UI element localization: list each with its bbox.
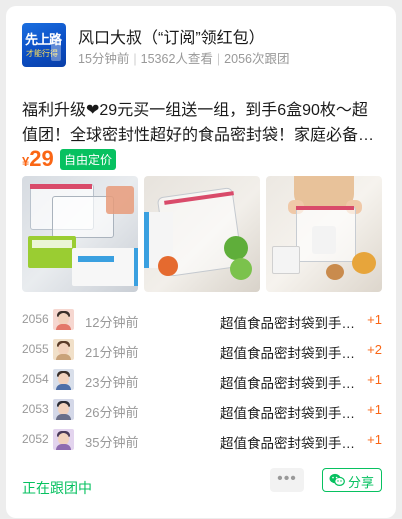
order-time: 12分钟前 — [85, 315, 139, 330]
product-photo-bag-fruit[interactable] — [144, 176, 260, 292]
wechat-icon — [329, 473, 345, 486]
account-avatar[interactable]: 先上路 才能行得 — [22, 23, 66, 67]
user-avatar — [53, 399, 74, 420]
posted-time: 15分钟前 — [78, 52, 130, 66]
order-seq: 2052 — [22, 432, 49, 446]
order-qty: +2 — [367, 342, 382, 357]
avatar-figure — [51, 35, 61, 61]
order-product: 超值食品密封袋到手6盒90枚 — [220, 316, 360, 331]
order-product: 超值食品密封袋到手6盒90枚 — [220, 436, 360, 451]
user-avatar — [53, 369, 74, 390]
user-avatar — [53, 309, 74, 330]
post-header: 先上路 才能行得 风口大叔（“订阅”领红包） 15分钟前 | 15362人查看 | 20… — [22, 23, 382, 67]
order-product: 超值食品密封袋到手6盒90枚 — [220, 346, 360, 361]
more-button[interactable]: ••• — [270, 468, 304, 492]
meta-divider: | — [216, 52, 221, 66]
order-time: 26分钟前 — [85, 405, 139, 420]
meta-divider: | — [133, 52, 137, 66]
view-count: 15362人查看 — [140, 52, 213, 66]
order-qty: +1 — [367, 372, 382, 387]
order-product: 超值食品密封袋到手6盒90枚 — [220, 406, 360, 421]
order-list: 2056 12分钟前 超值食品密封袋到手6盒90枚 +1 2055 21分钟前 … — [22, 305, 382, 455]
order-qty: +1 — [367, 402, 382, 417]
order-row[interactable]: 2053 26分钟前 超值食品密封袋到手6盒90枚 +1 — [22, 395, 382, 425]
order-qty: +1 — [367, 432, 382, 447]
order-row[interactable]: 2054 23分钟前 超值食品密封袋到手6盒90枚 +1 — [22, 365, 382, 395]
post-meta: 15分钟前 | 15362人查看 | 2056次跟团 — [78, 48, 289, 67]
order-time: 23分钟前 — [85, 375, 139, 390]
pricing-tag: 自由定价 — [60, 149, 117, 170]
account-name[interactable]: 风口大叔（“订阅”领红包） — [78, 24, 265, 48]
share-label: 分享 — [348, 475, 375, 490]
order-qty: +1 — [367, 312, 382, 327]
user-avatar — [53, 429, 74, 450]
order-seq: 2054 — [22, 372, 49, 386]
post-title[interactable]: 福利升级❤29元买一组送一组，到手6盒90枚～超值团！全球密封性超好的食品密封袋… — [22, 98, 382, 148]
order-product: 超值食品密封袋到手6盒90枚 — [220, 376, 360, 391]
order-row[interactable]: 2056 12分钟前 超值食品密封袋到手6盒90枚 +1 — [22, 305, 382, 335]
share-button[interactable]: 分享 — [322, 468, 382, 492]
photo-gallery — [22, 176, 382, 292]
group-buy-card[interactable]: 先上路 才能行得 风口大叔（“订阅”领红包） 15分钟前 | 15362人查看 | 20… — [6, 6, 396, 518]
order-seq: 2055 — [22, 342, 49, 356]
product-photo-bags-boxes[interactable] — [22, 176, 138, 292]
order-row[interactable]: 2052 35分钟前 超值食品密封袋到手6盒90枚 +1 — [22, 425, 382, 455]
order-seq: 2053 — [22, 402, 49, 416]
more-dots-icon: ••• — [277, 470, 297, 487]
follow-count: 2056次跟团 — [224, 52, 290, 66]
user-avatar — [53, 339, 74, 360]
group-status: 正在跟团中 — [22, 480, 92, 496]
order-time: 35分钟前 — [85, 435, 139, 450]
order-time: 21分钟前 — [85, 345, 139, 360]
order-row[interactable]: 2055 21分钟前 超值食品密封袋到手6盒90枚 +2 — [22, 335, 382, 365]
price-row: ¥29 自由定价 — [22, 146, 117, 171]
order-seq: 2056 — [22, 312, 49, 326]
product-photo-bags-hands[interactable] — [266, 176, 382, 292]
price-value: 29 — [29, 146, 54, 171]
